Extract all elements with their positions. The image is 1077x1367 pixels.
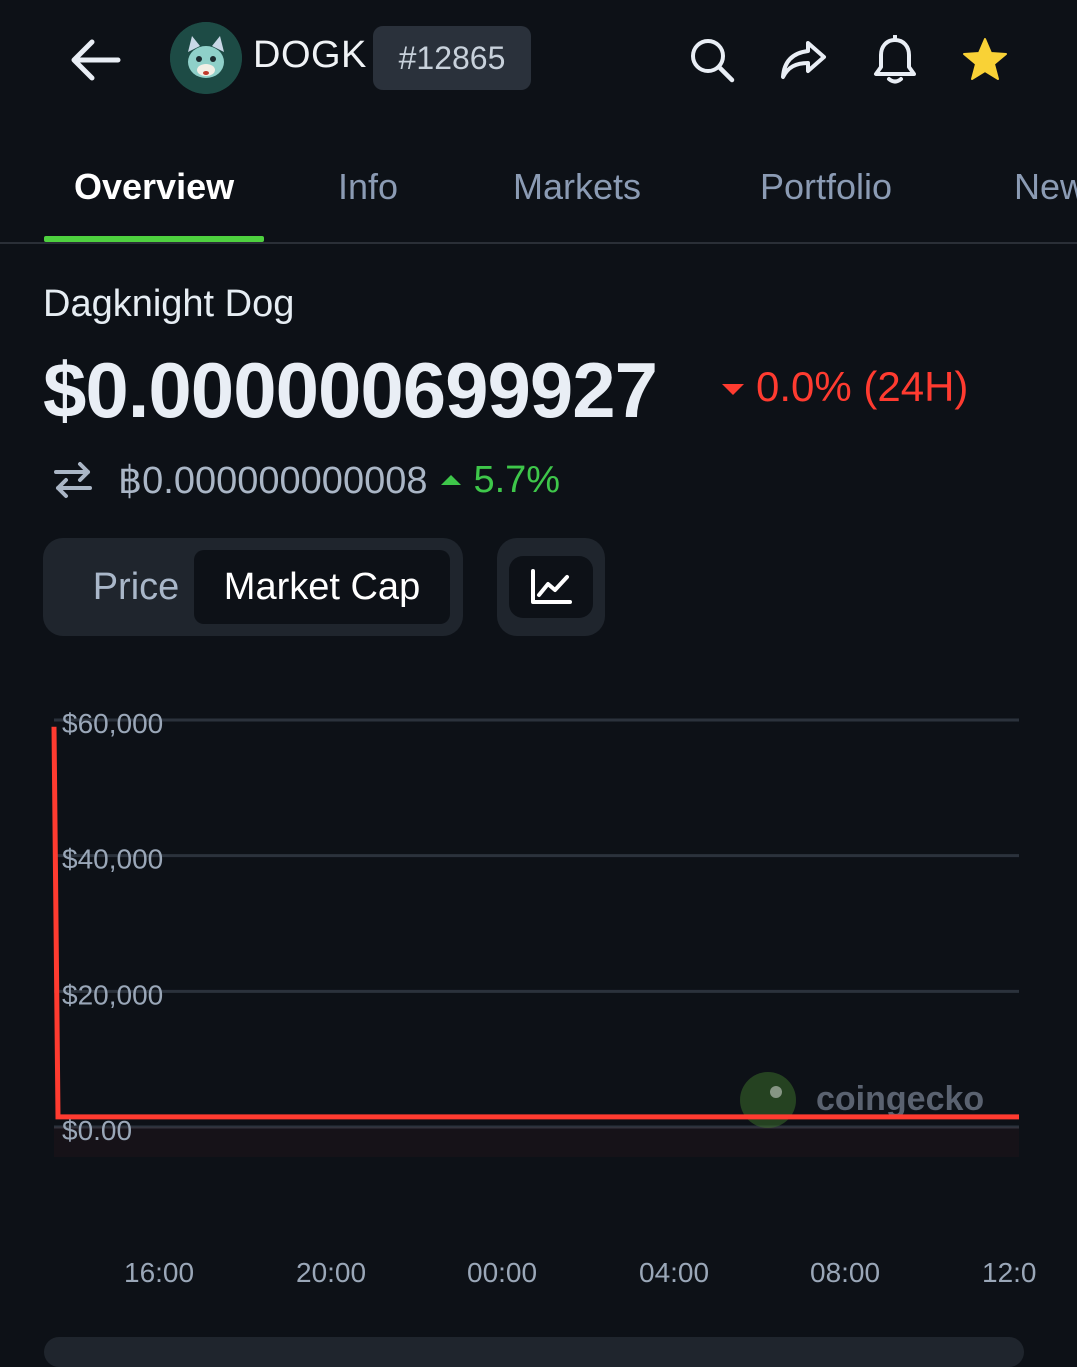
btc-price-change: 5.7%: [473, 458, 561, 501]
price-change-24h: 0.0% (24H): [722, 363, 968, 411]
tab-portfolio[interactable]: Portfolio: [760, 166, 892, 208]
search-button[interactable]: [682, 30, 742, 90]
star-icon: [963, 38, 1007, 80]
favorite-button[interactable]: [955, 30, 1015, 90]
coin-price: $0.000000699927: [43, 346, 658, 434]
chart-baseline-band: [54, 1127, 1019, 1157]
line-chart-icon: [531, 569, 572, 604]
chart-y-tick-label: $40,000: [62, 844, 163, 875]
back-arrow-icon: [71, 39, 121, 81]
tab-markets[interactable]: Markets: [513, 166, 641, 208]
bell-icon: [874, 35, 916, 84]
back-button[interactable]: [60, 30, 128, 90]
chart-x-tick-label: 12:0: [982, 1257, 1037, 1288]
chart-x-tick-label: 04:00: [639, 1257, 709, 1288]
tab-bar: Overview Info Markets Portfolio New: [0, 140, 1077, 244]
down-triangle-icon: [722, 383, 744, 395]
price-toggle-button[interactable]: Price: [61, 550, 211, 624]
chart-metric-toggle: Price Market Cap: [43, 538, 463, 636]
tab-news[interactable]: New: [1014, 166, 1077, 208]
chart-y-tick-label: $20,000: [62, 979, 163, 1010]
market-cap-toggle-button[interactable]: Market Cap: [194, 550, 450, 624]
chart-series-line: [51, 726, 1019, 1120]
chart-type-selector: [497, 538, 605, 636]
tab-overview[interactable]: Overview: [74, 166, 234, 208]
chart-y-tick-label: $60,000: [62, 708, 163, 739]
chart-series-area: [54, 726, 1019, 1127]
price-change-24h-value: 0.0% (24H): [756, 363, 969, 410]
tab-active-indicator: [44, 236, 264, 242]
btc-price-row: ฿0.000000000008 5.7%: [52, 452, 560, 508]
chart-x-tick-label: 20:00: [296, 1257, 366, 1288]
btc-price: ฿0.000000000008: [118, 459, 428, 502]
up-triangle-icon: [441, 475, 462, 485]
top-bar: DOGK #12865: [0, 0, 1077, 118]
market-cap-chart[interactable]: coingecko $60,000 $40,000 $20,000 $0.00 16:…: [0, 690, 1077, 1310]
chart-canvas: coingecko $60,000 $40,000 $20,000 $0.00 16:…: [51, 708, 1037, 1288]
share-button[interactable]: [773, 30, 833, 90]
watermark-text: coingecko: [816, 1080, 984, 1118]
share-icon: [781, 41, 826, 79]
coin-name: Dagknight Dog: [43, 283, 295, 325]
rank-badge: #12865: [373, 26, 531, 90]
chart-x-tick-label: 08:00: [810, 1257, 880, 1288]
search-icon: [691, 39, 735, 83]
coin-symbol: DOGK: [253, 34, 367, 76]
bottom-card: [44, 1337, 1024, 1367]
chart-x-tick-label: 00:00: [467, 1257, 537, 1288]
chart-x-tick-label: 16:00: [124, 1257, 194, 1288]
chart-type-button[interactable]: [509, 556, 593, 618]
tab-info[interactable]: Info: [338, 166, 398, 208]
swap-icon[interactable]: [52, 459, 94, 501]
alert-button[interactable]: [865, 30, 925, 90]
coin-logo: [170, 22, 242, 94]
chart-y-tick-label: $0.00: [62, 1115, 132, 1146]
